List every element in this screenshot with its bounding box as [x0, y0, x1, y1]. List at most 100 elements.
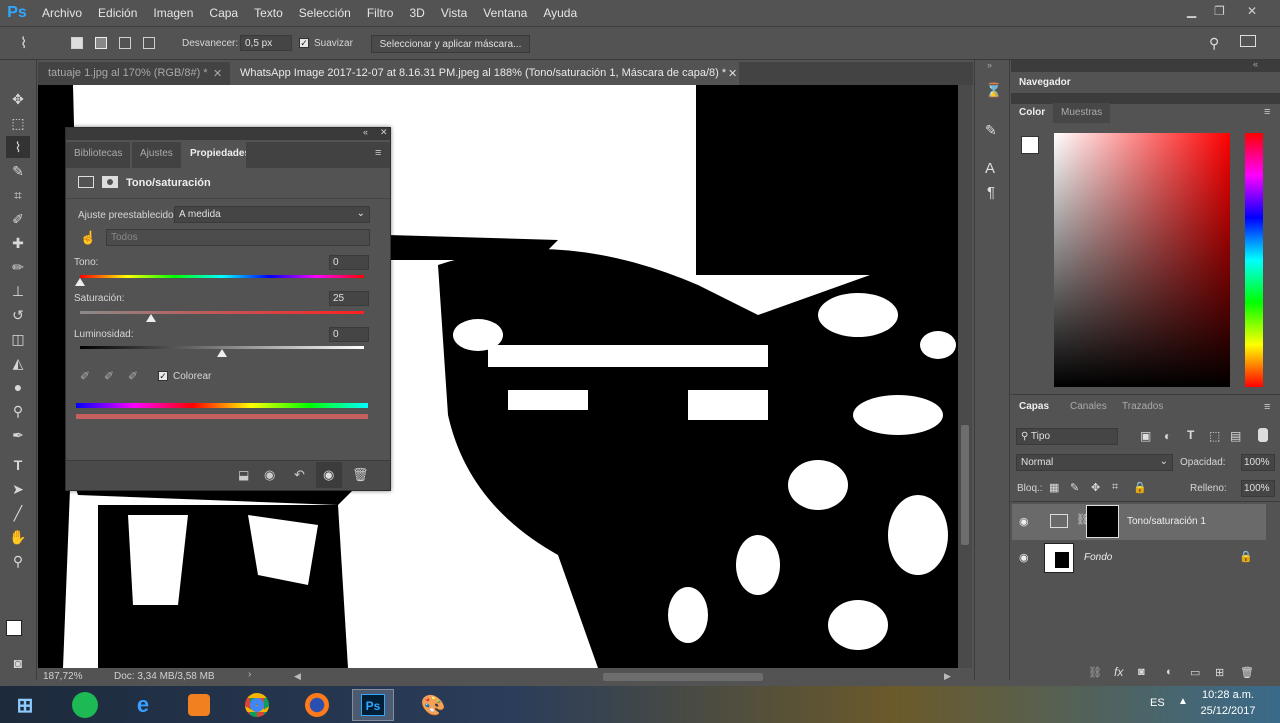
tab-ajustes[interactable]: Ajustes [132, 142, 181, 168]
move-tool-icon[interactable]: ✥ [6, 88, 30, 110]
blur-tool-icon[interactable]: ● [6, 376, 30, 398]
history-brush-icon[interactable]: ↺ [6, 304, 30, 326]
tab-trazados[interactable]: Trazados [1114, 397, 1171, 417]
filter-toggle-icon[interactable] [1258, 428, 1268, 442]
minimize-icon[interactable]: ▁ [1187, 4, 1196, 18]
tab-muestras[interactable]: Muestras [1053, 103, 1111, 123]
add-mask-icon[interactable]: ◙ [1138, 666, 1145, 678]
tray-arrow-icon[interactable]: ▲ [1178, 696, 1188, 707]
hue-spectrum-bar[interactable] [1245, 133, 1263, 387]
eye-icon[interactable]: ◉ [1019, 551, 1029, 564]
mask-icon[interactable] [102, 176, 118, 188]
expand-icon[interactable]: » [987, 60, 992, 70]
lock-all-icon[interactable]: 🔒 [1133, 481, 1147, 494]
brush-tool-icon[interactable]: ✏ [6, 256, 30, 278]
trash-icon[interactable]: 🗑 [352, 467, 369, 483]
chrome-icon[interactable] [236, 689, 278, 721]
hue-slider-thumb[interactable] [75, 278, 85, 286]
blend-mode-select[interactable]: Normal ⌄ [1016, 454, 1173, 471]
lock-position-icon[interactable]: ✥ [1091, 481, 1100, 494]
menu-vista[interactable]: Vista [433, 6, 475, 20]
tab-color[interactable]: Color [1011, 103, 1053, 123]
hand-tool-icon[interactable]: ✋ [6, 526, 30, 548]
new-selection-icon[interactable] [71, 37, 83, 49]
clip-to-layer-icon[interactable]: ⬓ [238, 468, 249, 482]
panel-menu-icon[interactable]: ≡ [1264, 106, 1270, 118]
new-group-icon[interactable]: ▭ [1190, 666, 1200, 679]
new-layer-icon[interactable]: ⊞ [1215, 666, 1224, 679]
filter-type-icon[interactable]: T [1187, 428, 1194, 442]
character-icon[interactable]: A [985, 160, 995, 177]
filter-shape-icon[interactable]: ⬚ [1209, 429, 1220, 443]
eye-icon[interactable]: ◉ [1019, 515, 1029, 528]
lasso-tool-icon[interactable]: ⌇ [6, 136, 30, 158]
new-adjustment-icon[interactable]: ◐ [1166, 666, 1173, 678]
foreground-swatch[interactable] [1021, 136, 1039, 154]
path-select-icon[interactable]: ➤ [6, 478, 30, 500]
eyedropper-plus-icon[interactable]: ✐ [104, 369, 114, 383]
crop-tool-icon[interactable]: ⌗ [6, 184, 30, 206]
paint-bucket-icon[interactable]: ◭ [6, 352, 30, 374]
history-icon[interactable]: ⌛ [985, 82, 1002, 99]
media-player-icon[interactable] [178, 689, 220, 721]
horizontal-scroll-thumb[interactable] [603, 673, 763, 681]
photoshop-taskbar-icon[interactable]: Ps [352, 689, 394, 721]
smooth-checkbox[interactable]: ✓ [299, 38, 309, 48]
tab-tatuaje[interactable]: tatuaje 1.jpg al 170% (RGB/8#) * [38, 62, 227, 85]
select-and-mask-button[interactable]: Seleccionar y aplicar máscara... [371, 35, 530, 53]
layer-mask-thumbnail[interactable] [1086, 505, 1119, 538]
quick-select-icon[interactable]: ✎ [6, 160, 30, 182]
add-selection-icon[interactable] [95, 37, 107, 49]
menu-archivo[interactable]: Archivo [34, 6, 90, 20]
lock-artboard-icon[interactable]: ⌗ [1112, 481, 1118, 494]
vertical-scrollbar[interactable] [958, 85, 972, 668]
tab-bibliotecas[interactable]: Bibliotecas [66, 142, 131, 168]
reset-icon[interactable]: ↶ [294, 467, 305, 483]
trash-icon[interactable]: 🗑 [1240, 666, 1254, 679]
fill-input[interactable]: 100% [1241, 480, 1275, 497]
scroll-left-icon[interactable]: ◀ [294, 671, 301, 682]
fx-icon[interactable]: fx [1114, 665, 1123, 679]
panel-menu-icon[interactable]: ≡ [1264, 401, 1270, 413]
menu-3d[interactable]: 3D [401, 6, 432, 20]
type-tool-icon[interactable]: T [6, 454, 30, 476]
menu-edicion[interactable]: Edición [90, 6, 145, 20]
layer-name[interactable]: Tono/saturación 1 [1127, 516, 1206, 527]
firefox-icon[interactable] [296, 689, 338, 721]
link-layers-icon[interactable]: ⛓ [1088, 666, 1102, 679]
color-field[interactable] [1054, 133, 1230, 387]
zoom-tool-icon[interactable]: ⚲ [6, 550, 30, 572]
collapse-icon[interactable]: « [363, 127, 368, 137]
pen-tool-icon[interactable]: ✒ [6, 424, 30, 446]
line-tool-icon[interactable]: ╱ [6, 502, 30, 524]
eraser-icon[interactable]: ◫ [6, 328, 30, 350]
spotify-icon[interactable] [64, 689, 106, 721]
brush-settings-icon[interactable]: ✎ [985, 122, 997, 139]
menu-filtro[interactable]: Filtro [359, 6, 402, 20]
search-icon[interactable]: ⚲ [1209, 35, 1219, 52]
layer-filter-select[interactable]: ⚲ Tipo [1016, 428, 1118, 445]
lightness-slider-thumb[interactable] [217, 349, 227, 357]
colorize-checkbox[interactable]: ✓ [158, 371, 168, 381]
scroll-thumb[interactable] [961, 425, 969, 545]
foreground-color-swatch[interactable] [6, 620, 22, 636]
panel-menu-icon[interactable]: ≡ [375, 147, 381, 159]
filter-smart-object-icon[interactable]: ▤ [1230, 429, 1241, 443]
menu-capa[interactable]: Capa [201, 6, 246, 20]
panel-header-bar[interactable]: « ✕ [66, 127, 390, 140]
hue-slider-track[interactable] [80, 275, 364, 278]
menu-ayuda[interactable]: Ayuda [535, 6, 585, 20]
tab-navegador[interactable]: Navegador [1011, 73, 1079, 93]
hue-input[interactable]: 0 [329, 255, 369, 270]
dodge-tool-icon[interactable]: ⚲ [6, 400, 30, 422]
zoom-level[interactable]: 187,72% [43, 671, 82, 682]
quick-mask-icon[interactable]: ◙ [6, 652, 30, 674]
paint-icon[interactable]: 🎨 [412, 689, 454, 721]
menu-imagen[interactable]: Imagen [145, 6, 201, 20]
eyedropper-icon[interactable]: ✐ [6, 208, 30, 230]
lightness-input[interactable]: 0 [329, 327, 369, 342]
collapse-dock-icon[interactable]: « [1253, 59, 1258, 69]
lock-transparency-icon[interactable]: ▦ [1049, 481, 1059, 494]
lock-pixels-icon[interactable]: ✎ [1070, 481, 1079, 494]
tab-capas[interactable]: Capas [1011, 397, 1057, 417]
